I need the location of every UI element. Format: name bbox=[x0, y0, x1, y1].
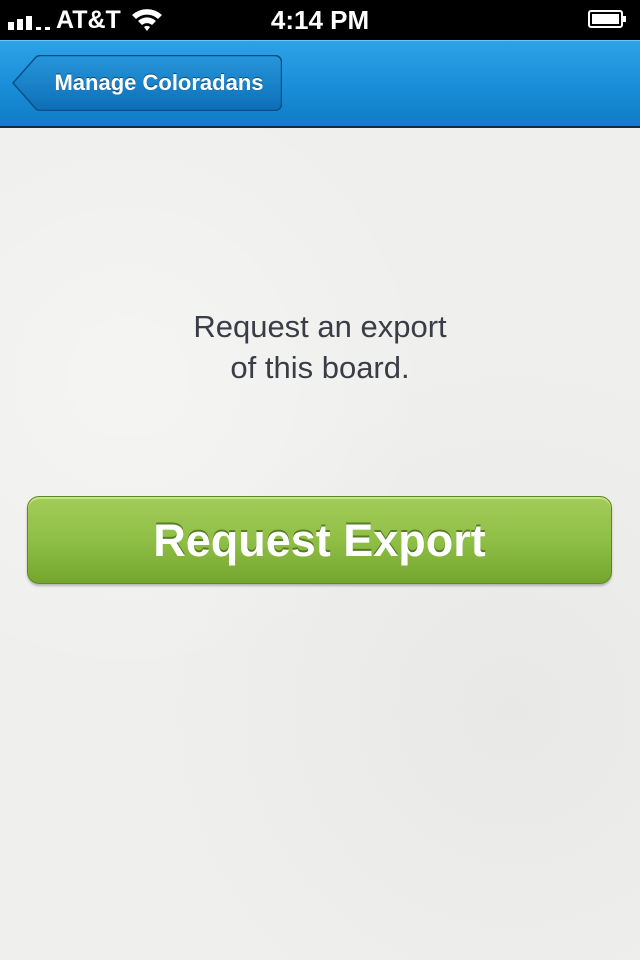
message-line-1: Request an export bbox=[193, 309, 447, 344]
request-export-label: Request Export bbox=[153, 515, 486, 566]
status-time: 4:14 PM bbox=[270, 5, 370, 35]
export-message: Request an export of this board. bbox=[0, 306, 640, 388]
navigation-bar: Manage Coloradans bbox=[0, 40, 640, 128]
battery-icon bbox=[588, 10, 626, 28]
request-export-button[interactable]: Request Export bbox=[27, 496, 612, 584]
back-button-label: Manage Coloradans bbox=[54, 70, 264, 95]
status-bar: AT&T 4:14 PM bbox=[0, 0, 640, 40]
screen: AT&T 4:14 PM Manage Coloradans Request a… bbox=[0, 0, 640, 960]
back-button[interactable]: Manage Coloradans bbox=[12, 55, 282, 111]
main-content: Request an export of this board. Request… bbox=[0, 128, 640, 960]
message-line-2: of this board. bbox=[230, 350, 410, 385]
